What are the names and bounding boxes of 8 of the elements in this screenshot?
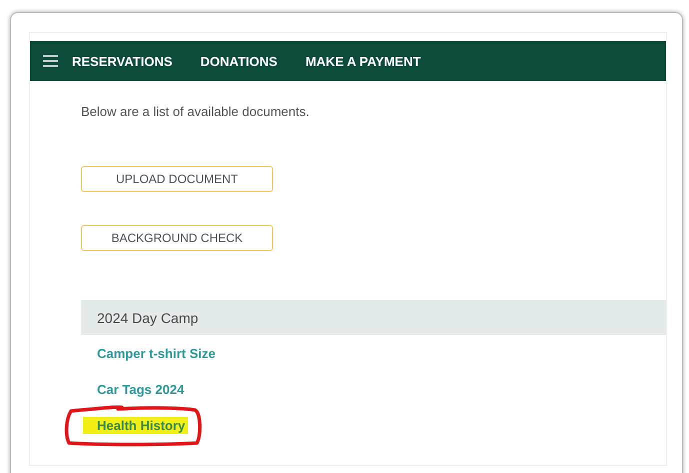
intro-text: Below are a list of available documents.	[81, 105, 310, 119]
nav-link[interactable]: DONATIONS	[200, 54, 278, 68]
menu-icon[interactable]	[43, 55, 58, 67]
action-button[interactable]: UPLOAD DOCUMENT	[81, 166, 273, 192]
nav-link[interactable]: RESERVATIONS	[72, 54, 172, 68]
group-header: 2024 Day Camp	[81, 300, 666, 335]
nav-link[interactable]: MAKE A PAYMENT	[305, 54, 421, 68]
action-button[interactable]: BACKGROUND CHECK	[81, 225, 273, 251]
